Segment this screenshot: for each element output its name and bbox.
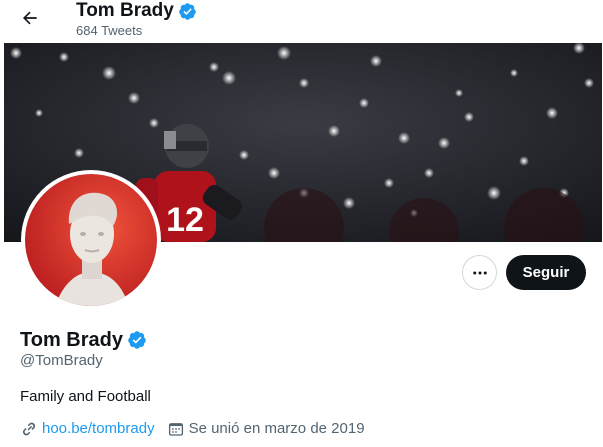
joined-item: Se unió en marzo de 2019 <box>167 419 365 439</box>
link-icon <box>22 422 36 436</box>
profile-header: Tom Brady 684 Tweets <box>0 0 603 43</box>
arrow-left-icon <box>23 11 37 25</box>
back-button[interactable] <box>16 4 44 32</box>
profile-meta: hoo.be/tombrady Se unió en marzo de 2019 <box>20 419 377 439</box>
website-link[interactable]: hoo.be/tombrady <box>42 419 155 439</box>
profile-bio: Family and Football <box>20 388 151 405</box>
follow-button[interactable]: Seguir <box>506 255 586 290</box>
profile-name-row: Tom Brady <box>20 328 147 352</box>
calendar-icon <box>168 423 183 436</box>
more-options-button[interactable] <box>462 255 497 290</box>
header-title: Tom Brady <box>76 0 174 21</box>
profile-handle: @TomBrady <box>20 352 103 369</box>
avatar[interactable] <box>21 170 161 310</box>
joined-date: Se unió en marzo de 2019 <box>188 420 365 437</box>
avatar-image <box>25 174 157 306</box>
header-title-row: Tom Brady <box>76 0 197 22</box>
profile-name: Tom Brady <box>20 329 123 351</box>
website-item: hoo.be/tombrady <box>20 419 155 439</box>
verified-badge-icon <box>178 2 197 21</box>
more-horizontal-icon <box>472 271 487 274</box>
svg-text:12: 12 <box>166 201 204 239</box>
verified-badge-icon <box>127 330 147 350</box>
tweet-count: 684 Tweets <box>76 23 143 38</box>
